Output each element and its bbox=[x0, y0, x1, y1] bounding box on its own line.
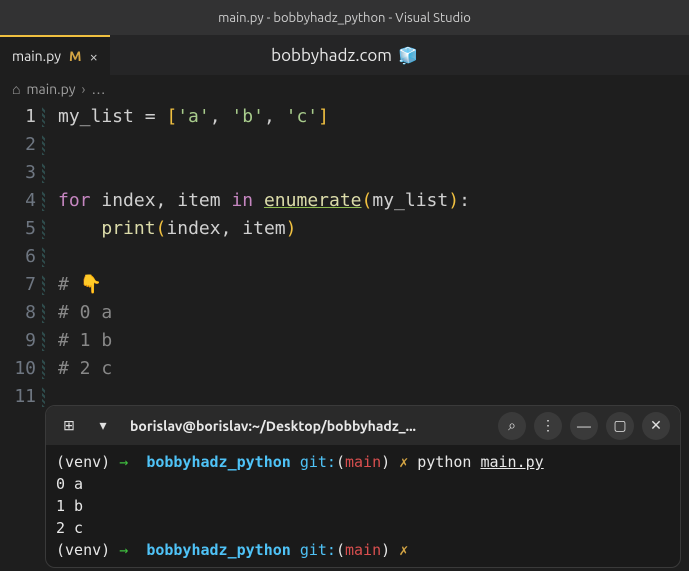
terminal-title: borislav@borislav:~/Desktop/bobbyhadz_..… bbox=[124, 418, 490, 434]
terminal-window: ⊞ ▾ borislav@borislav:~/Desktop/bobbyhad… bbox=[45, 405, 681, 568]
terminal-line: (venv) → bobbyhadz_python git:(main) ✗ p… bbox=[56, 451, 670, 473]
code-line[interactable] bbox=[58, 131, 689, 159]
line-number: 1 bbox=[0, 103, 36, 131]
line-number: 9 bbox=[0, 327, 36, 355]
line-number: 5 bbox=[0, 215, 36, 243]
home-icon: ⌂ bbox=[12, 81, 20, 97]
breadcrumb-file[interactable]: main.py bbox=[26, 81, 75, 97]
maximize-icon[interactable]: ▢ bbox=[606, 412, 634, 440]
dropdown-icon[interactable]: ▾ bbox=[90, 413, 116, 439]
line-number: 3 bbox=[0, 159, 36, 187]
line-number: 7 bbox=[0, 271, 36, 299]
tab-filename: main.py bbox=[12, 48, 61, 64]
tab-close-icon[interactable]: × bbox=[90, 48, 98, 65]
terminal-body[interactable]: (venv) → bobbyhadz_python git:(main) ✗ p… bbox=[46, 445, 680, 567]
tab-modified-indicator: M bbox=[69, 48, 81, 64]
terminal-line: 1 b bbox=[56, 495, 670, 517]
tab-main-py[interactable]: main.py M × bbox=[0, 35, 110, 75]
close-icon[interactable]: ✕ bbox=[642, 412, 670, 440]
window-title: main.py - bobbyhadz_python - Visual Stud… bbox=[218, 11, 471, 25]
search-icon[interactable]: ⌕ bbox=[498, 412, 526, 440]
code-line[interactable]: # 1 b bbox=[58, 327, 689, 355]
watermark-text: bobbyhadz.com bbox=[271, 46, 392, 65]
code-line[interactable]: # 2 c bbox=[58, 355, 689, 383]
code-editor[interactable]: 1234567891011 my_list = ['a', 'b', 'c'] f… bbox=[0, 103, 689, 411]
terminal-header: ⊞ ▾ borislav@borislav:~/Desktop/bobbyhad… bbox=[46, 406, 680, 445]
line-number: 10 bbox=[0, 355, 36, 383]
line-number: 8 bbox=[0, 299, 36, 327]
minimize-icon[interactable]: — bbox=[570, 412, 598, 440]
code-line[interactable]: # 👇 bbox=[58, 271, 689, 299]
code-line[interactable] bbox=[58, 243, 689, 271]
new-tab-icon[interactable]: ⊞ bbox=[56, 413, 82, 439]
line-number: 6 bbox=[0, 243, 36, 271]
breadcrumb-ellipsis[interactable]: … bbox=[91, 81, 105, 97]
ice-cube-icon: 🧊 bbox=[398, 46, 418, 65]
code-line[interactable]: my_list = ['a', 'b', 'c'] bbox=[58, 103, 689, 131]
fold-strip bbox=[42, 103, 48, 411]
breadcrumb[interactable]: ⌂ main.py › … bbox=[0, 75, 689, 103]
tab-bar: main.py M × bobbyhadz.com 🧊 bbox=[0, 35, 689, 75]
watermark: bobbyhadz.com 🧊 bbox=[271, 46, 418, 65]
code-line[interactable]: for index, item in enumerate(my_list): bbox=[58, 187, 689, 215]
chevron-right-icon: › bbox=[82, 81, 86, 97]
menu-icon[interactable]: ⋮ bbox=[534, 412, 562, 440]
window-titlebar: main.py - bobbyhadz_python - Visual Stud… bbox=[0, 0, 689, 35]
terminal-line: 0 a bbox=[56, 473, 670, 495]
code-line[interactable] bbox=[58, 159, 689, 187]
line-number-gutter: 1234567891011 bbox=[0, 103, 42, 411]
line-number: 4 bbox=[0, 187, 36, 215]
terminal-line: 2 c bbox=[56, 517, 670, 539]
line-number: 2 bbox=[0, 131, 36, 159]
line-number: 11 bbox=[0, 383, 36, 411]
code-line[interactable]: print(index, item) bbox=[58, 215, 689, 243]
code-line[interactable]: # 0 a bbox=[58, 299, 689, 327]
terminal-line: (venv) → bobbyhadz_python git:(main) ✗ bbox=[56, 539, 670, 561]
code-area[interactable]: my_list = ['a', 'b', 'c'] for index, item… bbox=[48, 103, 689, 411]
